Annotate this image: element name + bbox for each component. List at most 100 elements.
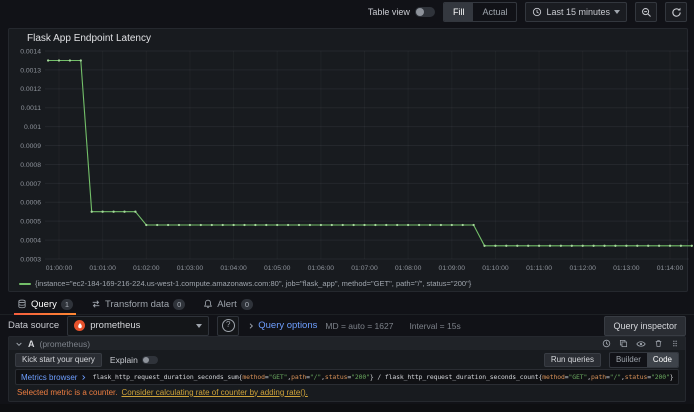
svg-text:01:11:00: 01:11:00 — [526, 265, 552, 272]
svg-text:01:10:00: 01:10:00 — [482, 265, 509, 272]
svg-text:01:13:00: 01:13:00 — [613, 265, 640, 272]
panel-flask-latency: Flask App Endpoint Latency 0.0003 0.0004 0… — [8, 28, 693, 292]
option-summary-item: Step: — [215, 400, 234, 402]
tab-label: Query — [31, 298, 57, 310]
table-view-label: Table view — [367, 7, 410, 17]
table-view-toggle[interactable]: Table view — [368, 7, 435, 17]
refresh-icon — [671, 7, 682, 18]
run-queries-button[interactable]: Run queries — [543, 352, 601, 367]
query-row-header[interactable]: A (prometheus) — [9, 337, 685, 350]
code-mode-button[interactable]: Code — [646, 352, 678, 367]
promql-token: } / flask_http_request_duration_seconds_… — [369, 373, 543, 381]
query-row-subheader: Kick start your query Explain Run querie… — [9, 351, 685, 368]
add-rate-link[interactable]: Consider calculating rate of counter by … — [122, 388, 308, 397]
question-circle-icon: ? — [221, 319, 235, 332]
promql-token: "200" — [651, 373, 670, 381]
explain-switch[interactable] — [141, 355, 158, 364]
builder-code-group: Builder Code — [608, 351, 679, 368]
svg-text:01:00:00: 01:00:00 — [46, 265, 73, 272]
chevron-down-icon[interactable] — [15, 340, 23, 348]
query-ref-id: A — [28, 338, 35, 349]
metrics-browser-label: Metrics browser — [21, 372, 78, 382]
prometheus-icon — [74, 320, 86, 331]
counter-warning-text: Selected metric is a counter. — [17, 387, 118, 397]
promql-token: status — [624, 373, 648, 381]
eye-icon[interactable] — [636, 339, 646, 349]
caret-down-icon — [196, 323, 203, 328]
chart-legend: {instance="ec2-184-169-216-224.us-west-1… — [19, 279, 471, 288]
legend-series-label[interactable]: {instance="ec2-184-169-216-224.us-west-1… — [35, 279, 471, 288]
query-datasource-hint: (prometheus) — [39, 338, 91, 349]
svg-text:01:12:00: 01:12:00 — [569, 265, 596, 272]
svg-text:01:14:00: 01:14:00 — [657, 265, 684, 272]
promql-expression-input[interactable]: flask_http_request_duration_seconds_sum{… — [92, 373, 673, 381]
svg-text:0.0014: 0.0014 — [20, 48, 41, 55]
option-summary-item: Format: Time series — [134, 400, 205, 402]
promql-token: "GET" — [268, 373, 288, 381]
promql-token: "200" — [351, 373, 370, 381]
refresh-button[interactable] — [665, 2, 687, 22]
copy-icon[interactable] — [619, 339, 628, 348]
datasource-help-button[interactable]: ? — [217, 315, 240, 336]
svg-text:0.0013: 0.0013 — [20, 67, 41, 74]
query-options-footer[interactable]: Options Legend: Auto Format: Time series S… — [9, 399, 685, 402]
tab-alert[interactable]: Alert 0 — [194, 294, 262, 314]
promql-editor-row: Metrics browser flask_http_request_durat… — [15, 369, 679, 385]
svg-text:01:01:00: 01:01:00 — [89, 265, 116, 272]
chevron-right-icon — [17, 400, 25, 401]
page-bottom-strip — [0, 404, 694, 412]
metrics-browser-button[interactable]: Metrics browser — [21, 373, 87, 382]
svg-text:01:02:00: 01:02:00 — [133, 265, 160, 272]
database-icon — [17, 299, 27, 309]
bell-icon — [203, 299, 213, 309]
query-inspector-button[interactable]: Query inspector — [604, 315, 686, 336]
trash-icon[interactable] — [654, 339, 663, 348]
promql-token: status — [324, 373, 348, 381]
clock-icon[interactable] — [602, 339, 611, 348]
explain-toggle[interactable]: Explain — [110, 355, 158, 365]
option-summary-item: Type: Range — [244, 400, 289, 402]
actual-button[interactable]: Actual — [473, 3, 516, 21]
tab-query[interactable]: Query 1 — [8, 294, 82, 315]
explain-label: Explain — [109, 354, 138, 365]
svg-text:01:03:00: 01:03:00 — [177, 265, 204, 272]
tab-count-badge: 0 — [240, 298, 253, 310]
svg-text:01:05:00: 01:05:00 — [264, 265, 291, 272]
query-editor-card: A (prometheus) Kick start your query Exp… — [8, 336, 686, 402]
time-range-label: Last 15 minutes — [546, 7, 610, 17]
fill-button[interactable]: Fill — [443, 3, 474, 21]
svg-text:01:06:00: 01:06:00 — [308, 265, 335, 272]
zoom-out-button[interactable] — [635, 2, 657, 22]
builder-mode-button[interactable]: Builder — [610, 353, 647, 367]
chevron-right-icon — [247, 322, 255, 330]
transform-icon — [91, 299, 101, 309]
time-range-picker[interactable]: Last 15 minutes — [525, 2, 627, 22]
editor-tabs: Query 1 Transform data 0 Alert 0 — [0, 294, 694, 315]
tab-transform-data[interactable]: Transform data 0 — [82, 294, 194, 314]
query-options-toggle[interactable]: Query options — [247, 320, 317, 331]
query-row-actions — [602, 339, 679, 349]
tab-label: Alert — [217, 298, 237, 310]
tab-count-badge: 1 — [60, 298, 74, 310]
svg-text:0.0004: 0.0004 — [20, 237, 41, 244]
kick-start-query-button[interactable]: Kick start your query — [15, 352, 102, 367]
promql-token: "GET" — [568, 373, 588, 381]
datasource-picker[interactable]: prometheus — [67, 315, 210, 336]
query-options-summary-item: Interval = 15s — [409, 320, 461, 331]
fill-actual-group: Fill Actual — [442, 2, 518, 22]
svg-text:0.0009: 0.0009 — [20, 143, 41, 150]
promql-token: } — [670, 373, 673, 381]
svg-text:01:04:00: 01:04:00 — [220, 265, 247, 272]
option-summary-item: Legend: Auto — [77, 400, 124, 402]
svg-text:01:08:00: 01:08:00 — [395, 265, 422, 272]
svg-text:0.0005: 0.0005 — [20, 219, 41, 226]
timeseries-chart[interactable]: 0.0003 0.0004 0.0005 0.0006 0.0007 0.0008 0.00… — [11, 43, 694, 277]
drag-icon[interactable] — [671, 339, 679, 348]
promql-token: path — [291, 373, 307, 381]
promql-token: flask_http_request_duration_seconds_sum{ — [92, 373, 243, 381]
datasource-row: Data source prometheus ? Query options M… — [0, 314, 694, 337]
chevron-right-icon — [80, 374, 87, 381]
table-view-switch[interactable] — [414, 7, 435, 17]
promql-token: "/" — [309, 373, 322, 381]
legend-series-swatch — [19, 282, 31, 285]
